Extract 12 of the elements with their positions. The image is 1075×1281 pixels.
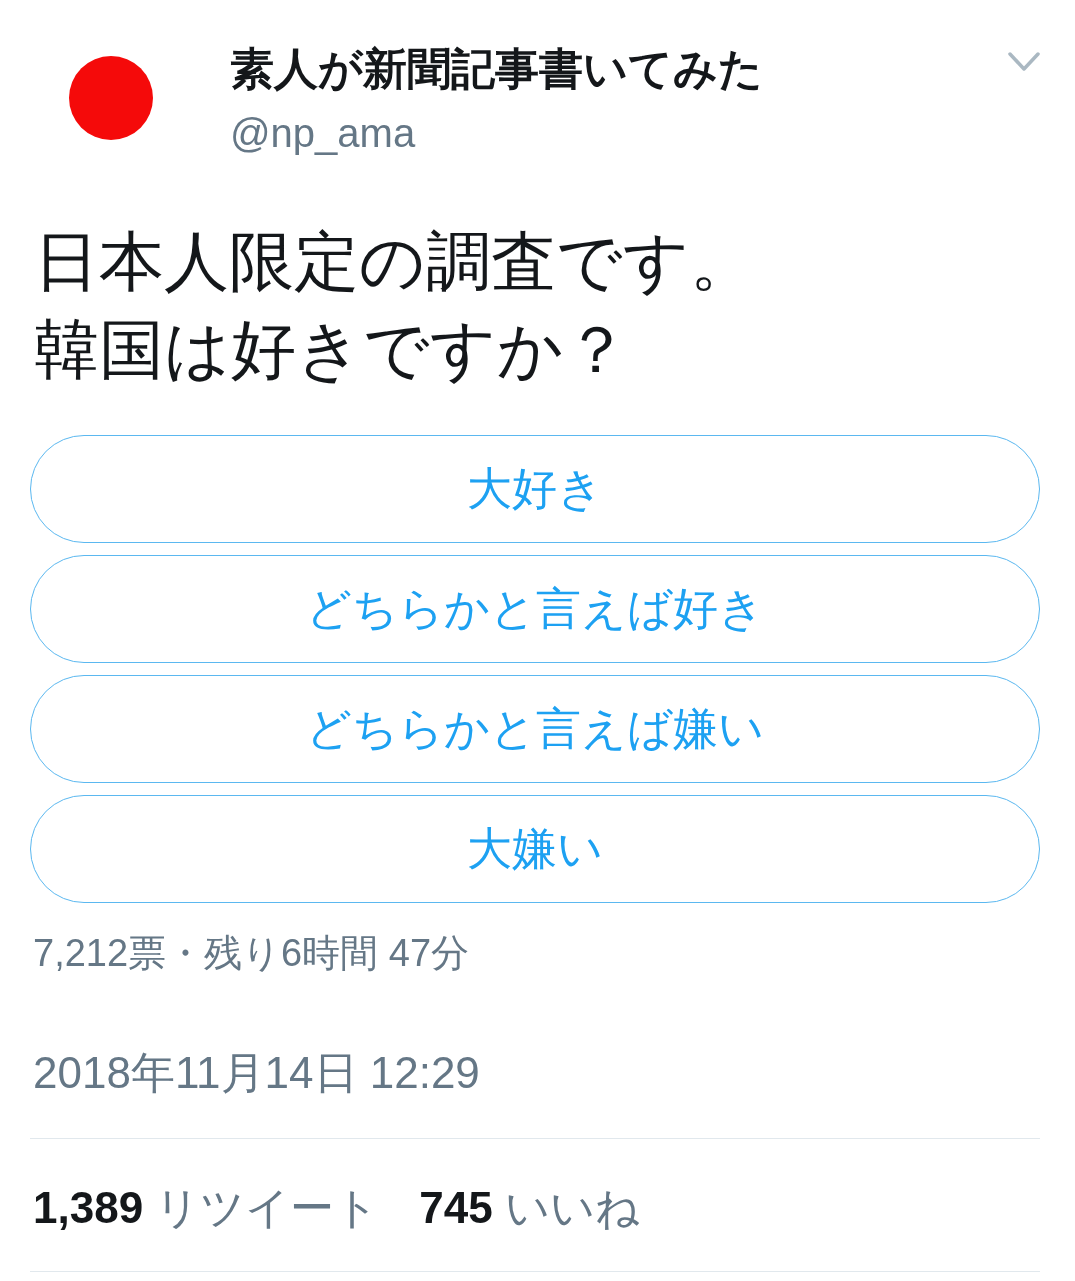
tweet-text: 韓国は好きですか？ <box>34 312 629 388</box>
stat-count[interactable]: 1,389 リツイート <box>33 1183 380 1233</box>
user-handle: @np_ama <box>230 110 416 157</box>
stat-count[interactable]: 745 いいね <box>419 1183 640 1233</box>
poll-option[interactable]: どちらかと言えば好き <box>30 555 1040 663</box>
poll-option[interactable]: 大好き <box>30 435 1040 543</box>
poll-option[interactable]: どちらかと言えば嫌い <box>30 675 1040 783</box>
poll-summary: 7,212票・残り6時間 47分 <box>33 931 470 975</box>
display-name[interactable]: 素人が新聞記事書いてみた <box>230 44 763 94</box>
tweet-text: 日本人限定の調査です。 <box>34 224 755 300</box>
poll-option[interactable]: 大嫌い <box>30 795 1040 903</box>
timestamp: 2018年11月14日 12:29 <box>33 1048 480 1098</box>
